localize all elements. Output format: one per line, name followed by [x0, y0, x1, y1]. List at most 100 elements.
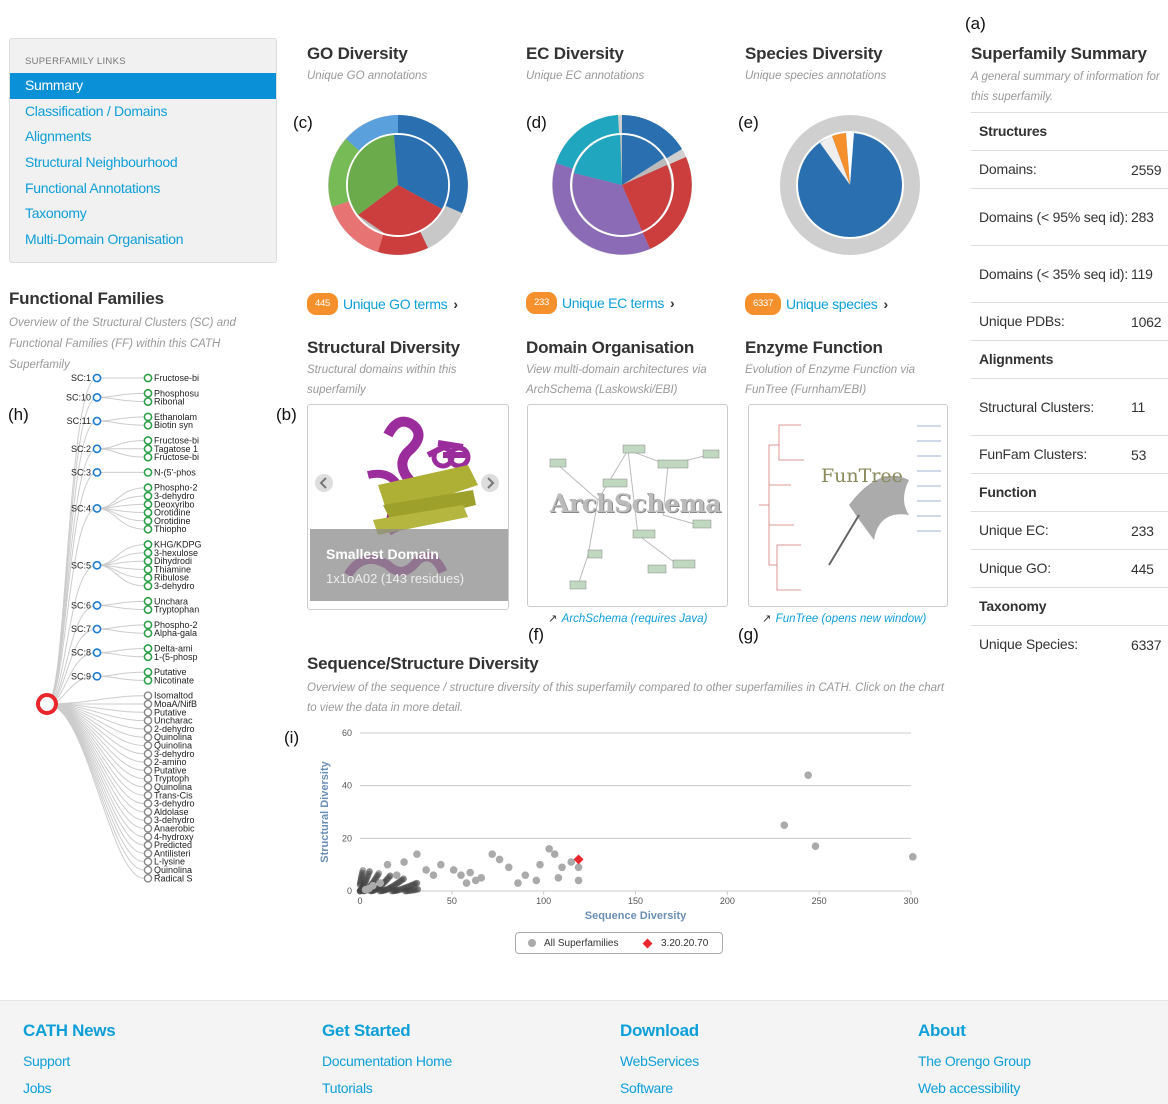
- sidebar-item-functional-annotations[interactable]: Functional Annotations: [10, 176, 276, 202]
- scatter-legend[interactable]: All Superfamilies 3.20.20.70: [515, 932, 723, 954]
- archschema-link-label[interactable]: ArchSchema (requires Java): [562, 613, 708, 625]
- scatter-point[interactable]: [392, 871, 401, 879]
- footer-link[interactable]: Jobs: [23, 1080, 115, 1104]
- ff-node[interactable]: [143, 605, 153, 614]
- ff-node[interactable]: [143, 716, 153, 725]
- ff-node[interactable]: [143, 741, 153, 750]
- ff-node[interactable]: [143, 491, 153, 501]
- ff-node[interactable]: [143, 749, 153, 759]
- footer-link[interactable]: WebServices: [620, 1053, 699, 1080]
- scatter-point[interactable]: [376, 879, 385, 887]
- ff-node[interactable]: [143, 766, 153, 775]
- ff-node[interactable]: [143, 667, 153, 677]
- carousel-prev-button[interactable]: [315, 474, 333, 492]
- funtree-external-link[interactable]: ↗ FunTree (opens new window): [762, 609, 926, 627]
- sc-node[interactable]: [92, 444, 102, 454]
- sc-node[interactable]: [92, 373, 102, 383]
- scatter-point[interactable]: [449, 866, 458, 874]
- ff-node[interactable]: [143, 540, 153, 549]
- ff-node[interactable]: [143, 436, 153, 445]
- ec-terms-label[interactable]: Unique EC terms: [562, 295, 664, 311]
- ff-node[interactable]: [143, 774, 153, 784]
- sidebar-item-classification[interactable]: Classification / Domains: [10, 99, 276, 125]
- species-diversity-pie[interactable]: [778, 113, 922, 257]
- ff-node[interactable]: [143, 596, 153, 606]
- ff-node[interactable]: [143, 840, 153, 850]
- scatter-point[interactable]: [780, 821, 789, 829]
- ff-node[interactable]: [143, 483, 153, 493]
- ff-node[interactable]: [143, 412, 153, 422]
- sidebar-item-summary[interactable]: Summary: [10, 73, 276, 99]
- ff-node[interactable]: [143, 707, 153, 717]
- ff-node[interactable]: [143, 732, 153, 742]
- sidebar-item-taxonomy[interactable]: Taxonomy: [10, 201, 276, 227]
- species-label[interactable]: Unique species: [786, 296, 878, 312]
- scatter-point[interactable]: [504, 863, 513, 872]
- scatter-point[interactable]: [413, 850, 421, 858]
- footer-link[interactable]: Tutorials: [322, 1080, 452, 1104]
- scatter-point[interactable]: [554, 874, 563, 882]
- scatter-point[interactable]: [521, 871, 530, 879]
- ff-node[interactable]: [143, 849, 153, 858]
- sidebar-item-structural-neighbourhood[interactable]: Structural Neighbourhood: [10, 150, 276, 176]
- ec-terms-link[interactable]: 233 Unique EC terms ›: [526, 290, 675, 315]
- scatter-point[interactable]: [909, 852, 917, 861]
- scatter-point[interactable]: [457, 871, 465, 879]
- ff-node[interactable]: [143, 373, 153, 383]
- go-terms-label[interactable]: Unique GO terms: [343, 296, 448, 312]
- sc-node[interactable]: [92, 624, 102, 634]
- sc-node[interactable]: [92, 504, 102, 513]
- scatter-point[interactable]: [532, 876, 541, 885]
- scatter-point[interactable]: [804, 771, 812, 779]
- scatter-point[interactable]: [400, 858, 408, 866]
- scatter-point[interactable]: [811, 842, 820, 851]
- archschema-image[interactable]: ArchSchema: [527, 404, 728, 607]
- ff-node[interactable]: [143, 724, 153, 734]
- ff-node[interactable]: [143, 832, 153, 842]
- scatter-point[interactable]: [361, 885, 370, 894]
- ff-node[interactable]: [143, 644, 153, 653]
- scatter-point[interactable]: [495, 855, 504, 864]
- ff-node[interactable]: [143, 815, 153, 825]
- footer-title[interactable]: Get Started: [322, 1021, 452, 1041]
- ff-node[interactable]: [143, 508, 153, 517]
- ff-node[interactable]: [143, 444, 153, 454]
- ff-node[interactable]: [143, 516, 153, 526]
- scatter-point[interactable]: [545, 845, 553, 853]
- scatter-point[interactable]: [514, 879, 522, 887]
- ff-node[interactable]: [143, 807, 153, 817]
- tree-root-node[interactable]: [36, 693, 58, 715]
- go-terms-link[interactable]: 445 Unique GO terms ›: [307, 291, 458, 316]
- go-diversity-pie[interactable]: [326, 113, 470, 257]
- ff-node[interactable]: [143, 790, 153, 800]
- scatter-point[interactable]: [383, 860, 392, 869]
- sc-node[interactable]: [92, 560, 102, 570]
- archschema-external-link[interactable]: ↗ ArchSchema (requires Java): [548, 609, 707, 627]
- scatter-point[interactable]: [558, 863, 566, 872]
- funtree-link-label[interactable]: FunTree (opens new window): [776, 613, 927, 625]
- sc-node[interactable]: [92, 468, 102, 477]
- carousel-next-button[interactable]: [481, 474, 499, 492]
- footer-link[interactable]: Support: [23, 1053, 115, 1080]
- functional-families-tree[interactable]: Fructose-biSC:1PhosphosuRibonalSC:10Etha…: [0, 370, 240, 885]
- scatter-point[interactable]: [536, 860, 544, 869]
- ff-node[interactable]: [143, 468, 153, 477]
- scatter-point[interactable]: [488, 850, 497, 858]
- scatter-point[interactable]: [462, 879, 471, 887]
- sc-node[interactable]: [92, 601, 102, 610]
- ff-node[interactable]: [143, 548, 153, 558]
- footer-title[interactable]: Download: [620, 1021, 699, 1041]
- sc-node[interactable]: [92, 671, 102, 681]
- footer-title[interactable]: CATH News: [23, 1021, 116, 1041]
- ff-node[interactable]: [143, 581, 153, 591]
- ff-node[interactable]: [143, 873, 153, 883]
- species-link[interactable]: 6337 Unique species ›: [745, 291, 888, 316]
- ff-node[interactable]: [143, 524, 153, 534]
- ff-node[interactable]: [143, 556, 153, 566]
- ff-node[interactable]: [143, 857, 153, 867]
- ff-node[interactable]: [143, 420, 153, 430]
- scatter-point-current-superfamily[interactable]: [573, 854, 584, 865]
- ff-node[interactable]: [143, 824, 153, 833]
- footer-title[interactable]: About: [918, 1021, 1031, 1041]
- ff-node[interactable]: [143, 699, 153, 709]
